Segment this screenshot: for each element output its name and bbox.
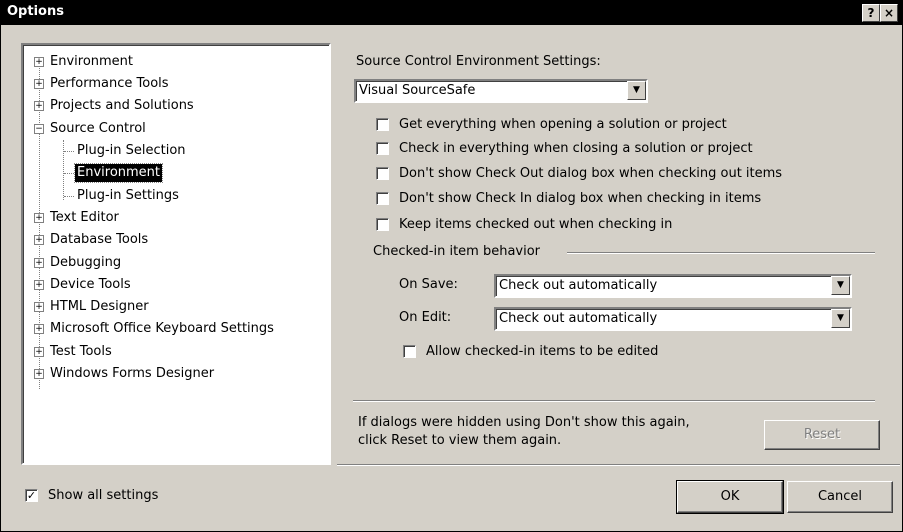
on-save-dropdown[interactable]: Check out automatically ▼ xyxy=(494,274,852,298)
show-all-settings-label: Show all settings xyxy=(48,488,159,503)
on-save-label: On Save: xyxy=(399,277,458,292)
tree-connector xyxy=(64,173,74,174)
collapse-icon[interactable]: − xyxy=(34,124,44,134)
expand-icon[interactable]: + xyxy=(34,213,44,223)
tree-connector xyxy=(64,196,74,197)
checkbox-keep-checked-out[interactable] xyxy=(376,218,389,231)
tree-item-label: Debugging xyxy=(50,255,122,270)
title-bar[interactable]: Options ? × xyxy=(1,1,902,25)
tree-item-label: Device Tools xyxy=(50,277,131,292)
tree-child-guide-line xyxy=(63,140,64,200)
footer-separator xyxy=(337,464,900,466)
expand-icon[interactable]: + xyxy=(34,302,44,312)
checkbox-show-all-settings[interactable]: ✓ xyxy=(25,489,38,502)
expand-icon[interactable]: + xyxy=(34,347,44,357)
expand-icon[interactable]: + xyxy=(34,369,44,379)
on-edit-label: On Edit: xyxy=(399,310,452,325)
expand-icon[interactable]: + xyxy=(34,101,44,111)
checkbox-label: Keep items checked out when checking in xyxy=(399,217,673,232)
tree-item-label: Environment xyxy=(50,54,134,69)
checkbox-label: Don't show Check In dialog box when chec… xyxy=(399,191,762,206)
scc-provider-value: Visual SourceSafe xyxy=(359,83,476,98)
reset-button[interactable]: Reset xyxy=(764,420,880,450)
expand-icon[interactable]: + xyxy=(34,258,44,268)
checkbox-get-everything[interactable] xyxy=(376,118,389,131)
tree-connector xyxy=(64,151,74,152)
help-button[interactable]: ? xyxy=(862,4,880,22)
checkbox-dont-show-checkin[interactable] xyxy=(376,192,389,205)
ok-button[interactable]: OK xyxy=(676,480,784,514)
checkbox-label: Check in everything when closing a solut… xyxy=(399,141,753,156)
allow-edit-label: Allow checked-in items to be edited xyxy=(426,344,659,359)
expand-icon[interactable]: + xyxy=(34,280,44,290)
on-edit-value: Check out automatically xyxy=(499,311,658,326)
tree-item-label: Plug-in Selection xyxy=(77,143,186,158)
tree-item-label: Database Tools xyxy=(50,232,149,247)
expand-icon[interactable]: + xyxy=(34,324,44,334)
window-title: Options xyxy=(7,4,64,19)
group-title: Checked-in item behavior xyxy=(373,244,541,259)
chevron-down-icon[interactable]: ▼ xyxy=(627,81,646,100)
options-tree[interactable]: + Environment + Performance Tools + Proj… xyxy=(21,43,331,465)
reset-separator xyxy=(353,400,875,402)
checkbox-label: Don't show Check Out dialog box when che… xyxy=(399,166,783,181)
tree-item-label: HTML Designer xyxy=(50,299,149,314)
tree-item-label: Performance Tools xyxy=(50,76,169,91)
settings-heading: Source Control Environment Settings: xyxy=(356,54,601,69)
checkbox-dont-show-checkout[interactable] xyxy=(376,167,389,180)
group-separator xyxy=(567,252,875,254)
reset-note-line1: If dialogs were hidden using Don't show … xyxy=(358,415,690,430)
checkbox-allow-edit[interactable] xyxy=(403,345,416,358)
options-dialog: Options ? × + Environment + Performance … xyxy=(0,0,903,532)
expand-icon[interactable]: + xyxy=(34,57,44,67)
tree-item-label: Plug-in Settings xyxy=(77,188,179,203)
expand-icon[interactable]: + xyxy=(34,235,44,245)
chevron-down-icon[interactable]: ▼ xyxy=(831,309,850,328)
tree-item-label: Windows Forms Designer xyxy=(50,366,215,381)
tree-item-label: Environment xyxy=(73,163,164,183)
scc-provider-dropdown[interactable]: Visual SourceSafe ▼ xyxy=(354,79,648,103)
reset-note-line2: click Reset to view them again. xyxy=(358,433,562,448)
tree-item-label: Projects and Solutions xyxy=(50,98,194,113)
checkbox-check-in-everything[interactable] xyxy=(376,142,389,155)
on-save-value: Check out automatically xyxy=(499,278,658,293)
tree-item-label: Microsoft Office Keyboard Settings xyxy=(50,321,274,336)
tree-item-label: Test Tools xyxy=(50,344,112,359)
expand-icon[interactable]: + xyxy=(34,79,44,89)
tree-item-label: Text Editor xyxy=(50,210,119,225)
chevron-down-icon[interactable]: ▼ xyxy=(831,276,850,295)
cancel-button[interactable]: Cancel xyxy=(787,481,893,513)
checkbox-label: Get everything when opening a solution o… xyxy=(399,117,727,132)
on-edit-dropdown[interactable]: Check out automatically ▼ xyxy=(494,307,852,331)
close-button[interactable]: × xyxy=(880,4,898,22)
tree-item-label: Source Control xyxy=(50,121,146,136)
